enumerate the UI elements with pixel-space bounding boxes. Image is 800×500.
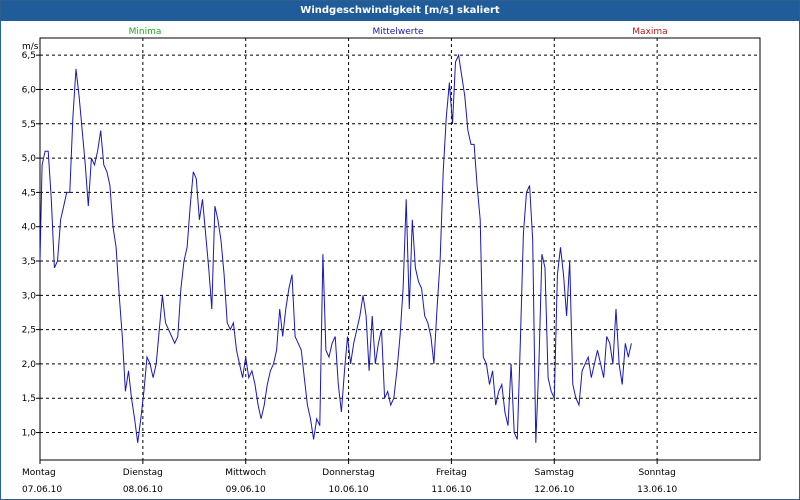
x-tick-date: 10.06.10	[329, 485, 369, 495]
wind-speed-chart: 1,0 1,5 2,0 2,5 3,0 3,5 4,0 4,5 5,0 5,5 6,0 6,5 Mon…	[22, 27, 761, 495]
y-tick-label: 4,0	[22, 223, 37, 233]
y-tick-label: 5,5	[22, 120, 36, 130]
x-tick-day: Samstag	[535, 468, 574, 478]
x-tick-date: 11.06.10	[431, 485, 471, 495]
y-tick-labels: 1,0 1,5 2,0 2,5 3,0 3,5 4,0 4,5 5,0 5,5 6,0 6,5	[22, 51, 37, 438]
legend: Minima Mittelwerte Maxima	[129, 27, 668, 37]
y-tick-label: 4,5	[22, 188, 36, 198]
x-tick-day: Freitag	[436, 468, 467, 478]
legend-item: Maxima	[632, 27, 667, 37]
x-tick-day: Dienstag	[123, 468, 163, 478]
x-tick-day: Montag	[22, 468, 56, 478]
grid	[40, 38, 760, 460]
x-tick-date: 12.06.10	[534, 485, 574, 495]
x-tick-day: Donnerstag	[322, 468, 375, 478]
x-tick-day: Sonntag	[638, 468, 675, 478]
y-tick-label: 6,5	[22, 51, 36, 61]
series-line-mittelwerte	[39, 53, 632, 443]
x-tick-day: Mittwoch	[225, 468, 266, 478]
legend-item: Minima	[129, 27, 162, 37]
y-tick-label: 1,5	[22, 394, 36, 404]
x-tick-date: 09.06.10	[226, 485, 266, 495]
x-tick-labels: Montag 07.06.10 Dienstag 08.06.10 Mittwoch 09…	[22, 468, 677, 495]
y-tick-label: 5,0	[22, 154, 37, 164]
y-tick-label: 2,0	[22, 360, 37, 370]
x-tick-date: 08.06.10	[123, 485, 163, 495]
y-tick-label: 1,0	[22, 429, 37, 439]
y-tick-label: 3,5	[22, 257, 36, 267]
axes	[36, 37, 761, 464]
legend-item: Mittelwerte	[372, 27, 423, 37]
y-tick-label: 2,5	[22, 326, 36, 336]
x-tick-date: 07.06.10	[22, 485, 62, 495]
y-axis-label: m/s	[22, 42, 39, 52]
y-tick-label: 6,0	[22, 85, 37, 95]
x-tick-date: 13.06.10	[637, 485, 677, 495]
plot-frame	[39, 37, 761, 461]
y-tick-label: 3,0	[22, 291, 37, 301]
series	[39, 53, 632, 443]
